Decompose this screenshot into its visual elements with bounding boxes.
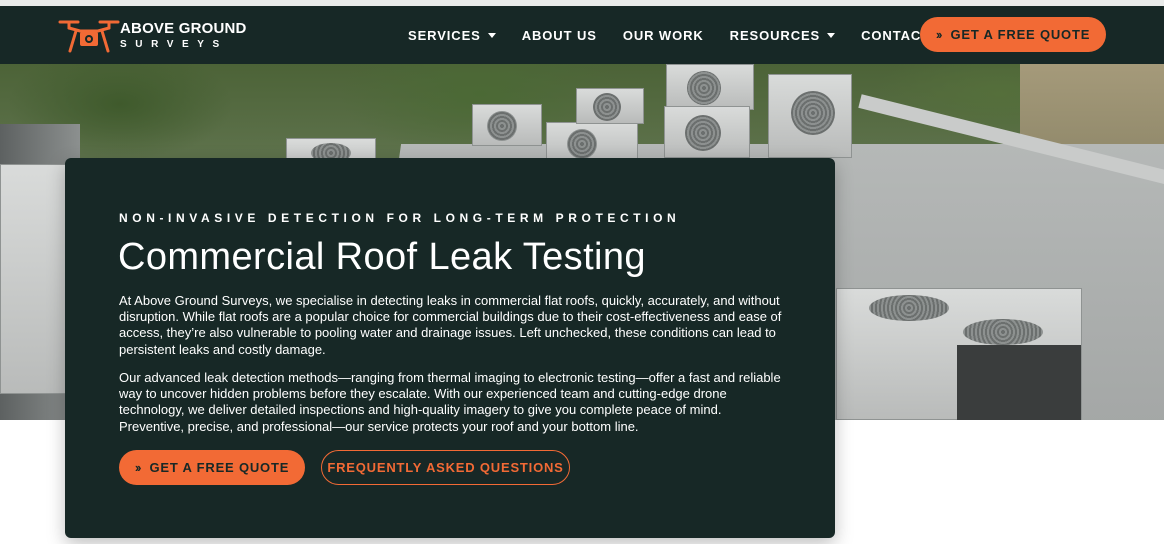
nav-item-resources[interactable]: RESOURCES [729,27,836,43]
page-title: Commercial Roof Leak Testing [118,236,646,278]
page: ABOVE GROUND SURVEYS SERVICES ABOUT US O… [0,0,1164,544]
hvac-unit [664,106,750,158]
nav-item-about-us[interactable]: ABOUT US [522,28,597,43]
drone-camera-icon [58,20,120,53]
caret-down-icon [487,32,496,38]
get-quote-button[interactable]: ›› GET A FREE QUOTE [119,450,305,485]
hvac-unit [0,164,70,394]
hvac-unit [836,288,1082,420]
nav-item-our-work[interactable]: OUR WORK [623,28,704,43]
double-chevron-right-icon: ›› [935,27,943,42]
hvac-unit [576,88,644,124]
hero-paragraph-1: At Above Ground Surveys, we specialise i… [119,293,782,357]
hvac-unit [472,104,542,146]
main-nav: SERVICES ABOUT US OUR WORK RESOURCES CON… [408,6,956,64]
logo-text-secondary: SURVEYS [120,39,228,50]
site-header: ABOVE GROUND SURVEYS SERVICES ABOUT US O… [0,6,1164,64]
hvac-unit [666,64,754,110]
nav-item-label: SERVICES [408,27,481,43]
get-quote-label: GET A FREE QUOTE [149,460,290,475]
hero-eyebrow: NON-INVASIVE DETECTION FOR LONG-TERM PRO… [119,211,681,225]
caret-down-icon [827,32,836,38]
nav-item-services[interactable]: SERVICES [408,28,496,43]
hvac-unit [768,74,852,158]
header-quote-label: GET A FREE QUOTE [950,27,1091,42]
logo-text-primary: ABOVE GROUND [120,20,247,37]
site-logo[interactable]: ABOVE GROUND SURVEYS [56,16,266,56]
faq-button[interactable]: FREQUENTLY ASKED QUESTIONS [321,450,570,485]
header-quote-button[interactable]: ›› GET A FREE QUOTE [920,17,1106,52]
nav-item-label: RESOURCES [729,27,821,43]
hero-content-card: NON-INVASIVE DETECTION FOR LONG-TERM PRO… [65,158,835,538]
double-chevron-right-icon: ›› [134,460,142,475]
hero-paragraph-2: Our advanced leak detection methods—rang… [119,370,781,434]
nav-item-label: OUR WORK [622,27,704,43]
nav-item-label: ABOUT US [521,27,597,43]
faq-label: FREQUENTLY ASKED QUESTIONS [327,460,564,475]
